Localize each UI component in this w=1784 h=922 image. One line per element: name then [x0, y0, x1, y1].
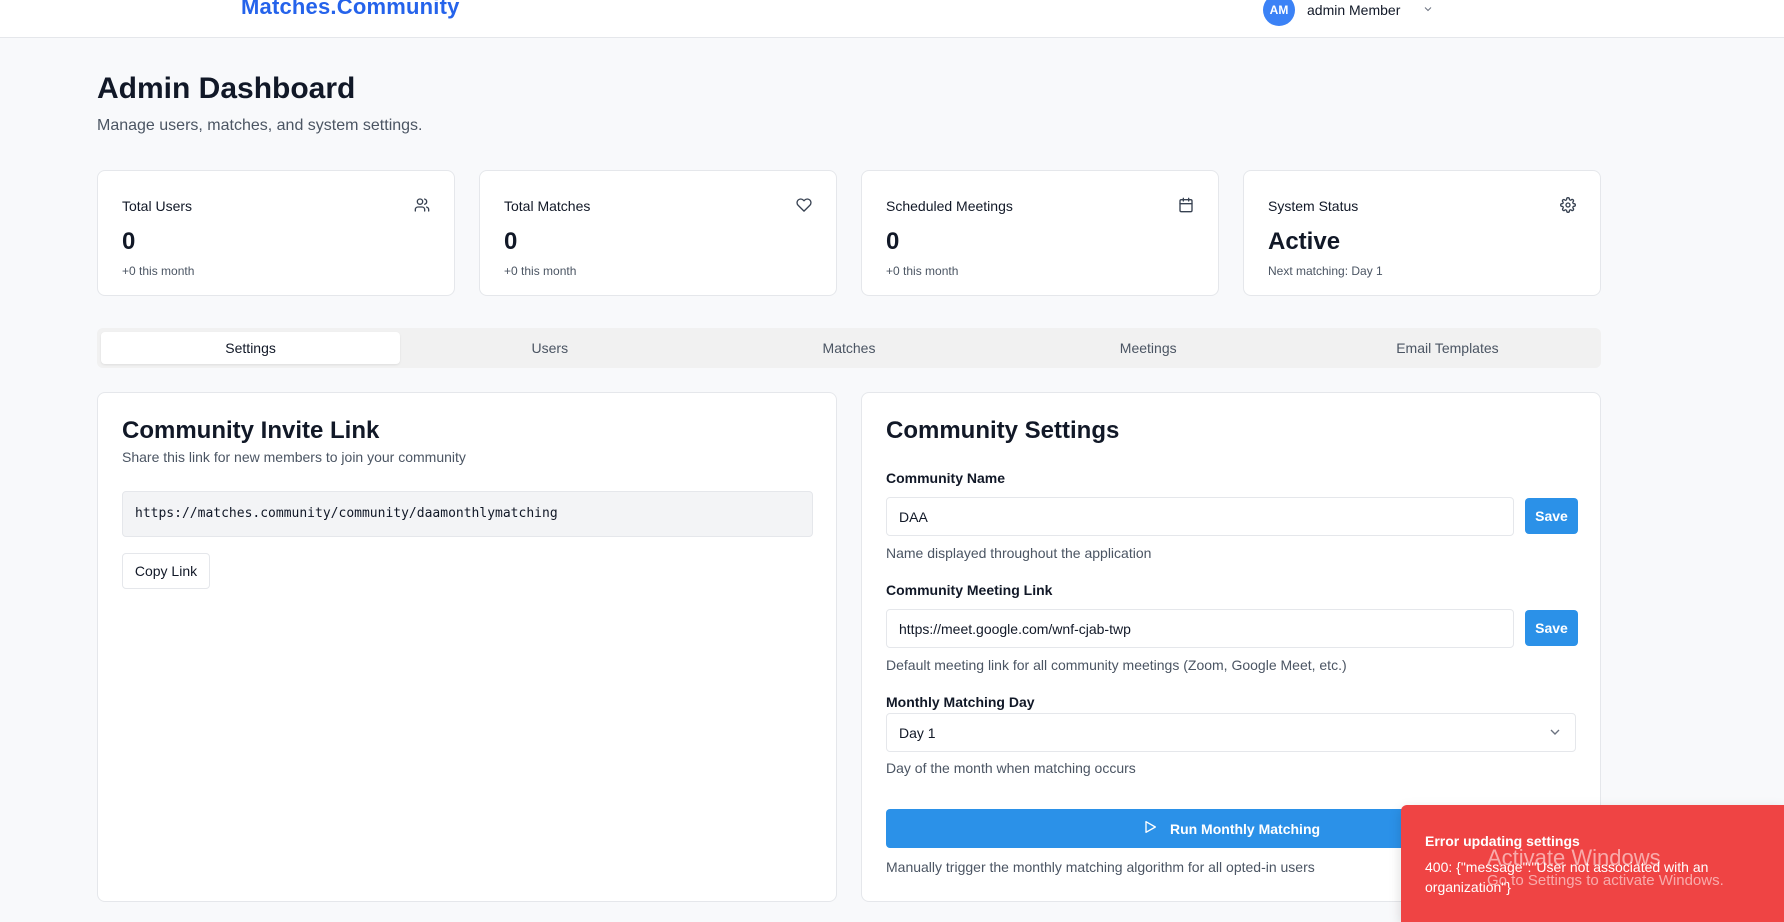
chevron-down-icon [1547, 724, 1563, 740]
matching-day-label: Monthly Matching Day [886, 694, 1035, 710]
meeting-link-help: Default meeting link for all community m… [886, 657, 1347, 673]
stat-value: 0 [122, 228, 136, 255]
meeting-link-input[interactable]: https://meet.google.com/wnf-cjab-twp [886, 609, 1514, 648]
panel-title: Community Settings [886, 417, 1120, 444]
user-name[interactable]: admin Member [1307, 2, 1400, 18]
heart-icon [796, 197, 812, 213]
panel-title: Community Invite Link [122, 417, 380, 444]
tab-matches[interactable]: Matches [699, 332, 998, 364]
run-button-label: Run Monthly Matching [1169, 820, 1321, 837]
tab-email-templates[interactable]: Email Templates [1298, 332, 1597, 364]
tab-meetings[interactable]: Meetings [999, 332, 1298, 364]
stat-value: Active [1268, 228, 1341, 255]
save-meeting-link-button[interactable]: Save [1525, 610, 1578, 646]
gear-icon [1560, 197, 1576, 213]
community-name-label: Community Name [886, 470, 1006, 486]
tab-bar: Settings Users Matches Meetings Email Te… [97, 328, 1601, 368]
stat-subtext: +0 this month [122, 264, 195, 278]
activate-windows-subtext: Go to Settings to activate Windows. [1487, 872, 1724, 889]
community-name-input[interactable]: DAA [886, 497, 1514, 536]
save-name-button[interactable]: Save [1525, 498, 1578, 534]
user-menu[interactable]: AM admin Member [1263, 0, 1434, 26]
stat-card-total-users: Total Users 0 +0 this month [97, 170, 455, 296]
run-matching-help: Manually trigger the monthly matching al… [886, 859, 1315, 875]
stat-card-scheduled-meetings: Scheduled Meetings 0 +0 this month [861, 170, 1219, 296]
brand-logo[interactable]: Matches.Community [241, 0, 460, 20]
tab-settings[interactable]: Settings [101, 332, 401, 364]
stat-subtext: Next matching: Day 1 [1268, 264, 1383, 278]
page-title: Admin Dashboard [97, 72, 356, 105]
stat-card-total-matches: Total Matches 0 +0 this month [479, 170, 837, 296]
meeting-link-label: Community Meeting Link [886, 582, 1053, 598]
avatar[interactable]: AM [1263, 0, 1295, 26]
stat-subtext: +0 this month [886, 264, 959, 278]
calendar-icon [1178, 197, 1194, 213]
stat-card-system-status: System Status Active Next matching: Day … [1243, 170, 1601, 296]
top-bar: Matches.Community AM admin Member [0, 0, 1784, 38]
stat-label: Total Users [122, 198, 193, 214]
matching-day-select[interactable]: Day 1 [886, 713, 1576, 752]
invite-link-field[interactable]: https://matches.community/community/daam… [122, 491, 813, 537]
stat-label: Total Matches [504, 198, 591, 214]
stat-value: 0 [504, 228, 518, 255]
users-icon [414, 197, 430, 213]
panel-description: Share this link for new members to join … [122, 449, 466, 465]
page-subtitle: Manage users, matches, and system settin… [97, 117, 423, 134]
stat-value: 0 [886, 228, 900, 255]
matching-day-help: Day of the month when matching occurs [886, 760, 1136, 776]
stat-label: System Status [1268, 198, 1359, 214]
activate-windows-watermark: Activate Windows [1487, 845, 1661, 870]
invite-link-panel: Community Invite Link Share this link fo… [97, 392, 837, 902]
community-name-help: Name displayed throughout the applicatio… [886, 545, 1152, 561]
stat-subtext: +0 this month [504, 264, 577, 278]
play-icon [1142, 819, 1158, 838]
matching-day-value: Day 1 [899, 725, 936, 741]
stat-label: Scheduled Meetings [886, 198, 1013, 214]
chevron-down-icon[interactable] [1422, 3, 1434, 18]
tab-users[interactable]: Users [400, 332, 699, 364]
copy-link-button[interactable]: Copy Link [122, 553, 210, 589]
